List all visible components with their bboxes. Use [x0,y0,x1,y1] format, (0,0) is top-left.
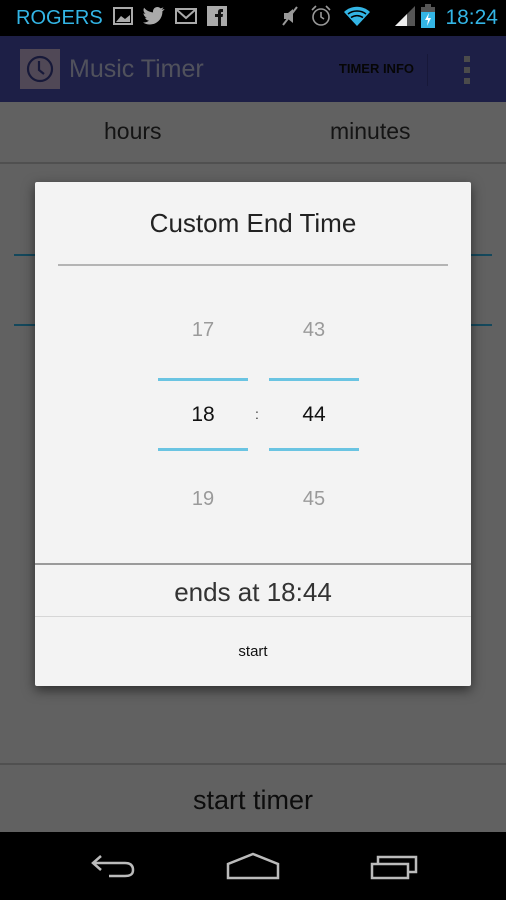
navigation-bar [0,832,506,900]
wifi-icon [343,5,371,32]
mute-icon [281,5,299,32]
minute-picker-line-bottom [269,448,359,451]
minute-next[interactable]: 45 [269,488,359,511]
minute-selected[interactable]: 44 [269,403,359,427]
hour-picker-line-top [158,378,248,381]
hour-next[interactable]: 19 [158,488,248,511]
recent-apps-icon[interactable] [360,846,430,886]
hour-selected[interactable]: 18 [158,403,248,427]
back-icon[interactable] [78,846,148,886]
minute-picker-line-top [269,378,359,381]
status-bar: ROGERS 18:24 [0,0,506,36]
dialog-divider [35,563,471,565]
hour-prev[interactable]: 17 [158,319,248,342]
home-icon[interactable] [218,846,288,886]
carrier-label: ROGERS [16,6,103,29]
twitter-icon [142,6,165,31]
hour-picker-line-bottom [158,448,248,451]
signal-icon [393,4,417,33]
gmail-icon [174,7,197,30]
time-separator: : [255,406,259,422]
gallery-icon [112,6,133,31]
status-clock: 18:24 [445,6,498,29]
dialog-title: Custom End Time [149,208,357,238]
alarm-icon [309,4,333,33]
facebook-icon [206,5,227,31]
dialog-title-divider [58,264,448,266]
minute-prev[interactable]: 43 [269,319,359,342]
custom-end-time-dialog: Custom End Time 17 18 19 : 43 44 45 ends… [35,182,471,686]
ends-at-label: ends at 18:44 [174,577,332,607]
battery-charging-icon [421,3,436,33]
start-button[interactable]: start [35,617,471,686]
